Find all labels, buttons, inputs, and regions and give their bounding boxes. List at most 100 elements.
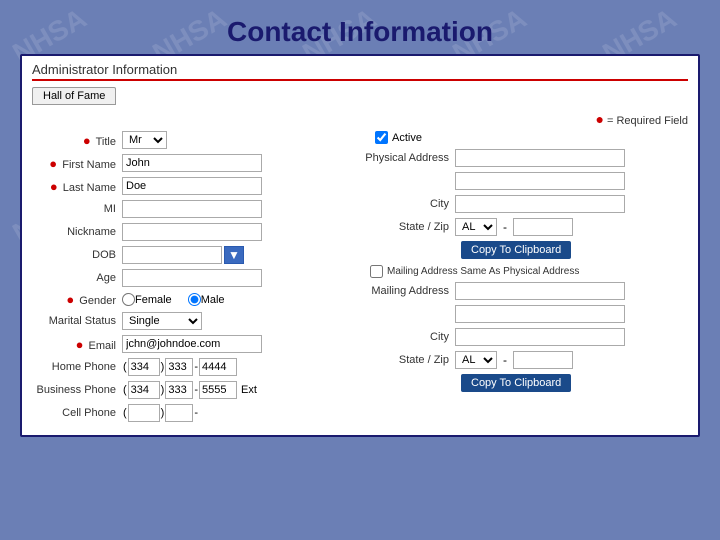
active-row: Active [365,131,688,144]
city-label: City [365,198,455,210]
hall-of-fame-tab[interactable]: Hall of Fame [32,87,116,105]
home-phone-row: Home Phone ( ) - [32,358,355,376]
biz-4-input[interactable] [199,381,237,399]
mailing-city-label: City [365,331,455,343]
state-zip-fields: ALAKAZCA - [455,218,573,236]
home-area-input[interactable] [128,358,160,376]
gender-row: ● Gender Female Male [32,292,355,307]
mailing-city-row: City [365,328,688,346]
active-label: Active [392,132,422,144]
gender-radio-group: Female Male [122,293,233,306]
nickname-label: Nickname [32,226,122,238]
gender-male-radio[interactable] [188,293,201,306]
mailing-same-row: Mailing Address Same As Physical Address [365,265,688,278]
biz-area-input[interactable] [128,381,160,399]
home-phone-fields: ( ) - [122,358,237,376]
copy-clipboard-row-1: Copy To Clipboard [461,241,688,259]
age-input[interactable] [122,269,262,287]
lastname-input[interactable] [122,177,262,195]
home-4-input[interactable] [199,358,237,376]
mailing-city-input[interactable] [455,328,625,346]
zip-input[interactable] [513,218,573,236]
state-select[interactable]: ALAKAZCA [455,218,497,236]
age-row: Age [32,269,355,287]
dob-row: DOB ▼ [32,246,355,264]
tab-bar: Hall of Fame [32,87,688,105]
mi-label: MI [32,203,122,215]
mi-row: MI [32,200,355,218]
marital-select[interactable]: Single Married Divorced Widowed [122,312,202,330]
biz-phone-fields: ( ) - Ext [122,381,257,399]
gender-required: ● [66,292,74,307]
cell-3-input[interactable] [165,404,193,422]
firstname-input[interactable] [122,154,262,172]
biz-phone-row: Business Phone ( ) - Ext [32,381,355,399]
firstname-label: ● First Name [32,156,122,171]
fn-required: ● [49,156,57,171]
age-label: Age [32,272,122,284]
firstname-row: ● First Name [32,154,355,172]
form-container: Administrator Information Hall of Fame ●… [20,54,700,437]
mailing-same-checkbox[interactable] [370,265,383,278]
mailing-zip-input[interactable] [513,351,573,369]
state-zip-row: State / Zip ALAKAZCA - [365,218,688,236]
phys-addr-input-2[interactable] [455,172,625,190]
phys-addr-input-1[interactable] [455,149,625,167]
home-phone-label: Home Phone [32,361,122,373]
page-title: Contact Information [20,8,700,54]
home-3-input[interactable] [165,358,193,376]
nickname-row: Nickname [32,223,355,241]
title-row: ● Title Mr Mrs Ms Dr [32,131,355,149]
required-dot: ● [595,111,603,127]
title-label: ● Title [32,133,122,148]
mailing-state-select[interactable]: ALAKAZCA [455,351,497,369]
copy-clipboard-row-2: Copy To Clipboard [461,374,688,392]
cell-phone-row: Cell Phone ( ) - [32,404,355,422]
title-required: ● [83,133,91,148]
copy-clipboard-button-1[interactable]: Copy To Clipboard [461,241,571,259]
dob-input[interactable] [122,246,222,264]
city-input[interactable] [455,195,625,213]
required-legend: ● = Required Field [32,111,688,127]
mailing-addr-input-2[interactable] [455,305,625,323]
mailing-addr-label: Mailing Address [365,285,455,297]
lastname-label: ● Last Name [32,179,122,194]
state-zip-label: State / Zip [365,221,455,233]
biz-phone-label: Business Phone [32,384,122,396]
right-column: Active Physical Address City [365,131,688,427]
dob-label: DOB [32,249,122,261]
cell-area-input[interactable] [128,404,160,422]
biz-3-input[interactable] [165,381,193,399]
mailing-addr-row-2 [365,305,688,323]
gender-male-option[interactable]: Male [188,293,225,306]
mailing-state-zip-row: State / Zip ALAKAZCA - [365,351,688,369]
mailing-same-label: Mailing Address Same As Physical Address [387,266,579,277]
phys-addr-row-1: Physical Address [365,149,688,167]
gender-female-option[interactable]: Female [122,293,172,306]
section-title: Administrator Information [32,62,688,81]
gender-female-radio[interactable] [122,293,135,306]
title-select[interactable]: Mr Mrs Ms Dr [122,131,167,149]
mailing-state-zip-label: State / Zip [365,354,455,366]
phys-addr-row-2 [365,172,688,190]
email-input[interactable] [122,335,262,353]
cell-phone-fields: ( ) - [122,404,199,422]
mailing-addr-input-1[interactable] [455,282,625,300]
email-row: ● Email [32,335,355,353]
calendar-button[interactable]: ▼ [224,246,244,264]
email-required: ● [76,337,84,352]
marital-label: Marital Status [32,315,122,327]
left-column: ● Title Mr Mrs Ms Dr ● First Name [32,131,355,427]
active-checkbox[interactable] [375,131,388,144]
lastname-row: ● Last Name [32,177,355,195]
ln-required: ● [50,179,58,194]
email-label: ● Email [32,337,122,352]
gender-label: ● Gender [32,292,122,307]
cell-phone-label: Cell Phone [32,407,122,419]
ext-label: Ext [241,384,257,396]
mailing-addr-row-1: Mailing Address [365,282,688,300]
mi-input[interactable] [122,200,262,218]
nickname-input[interactable] [122,223,262,241]
copy-clipboard-button-2[interactable]: Copy To Clipboard [461,374,571,392]
calendar-icon: ▼ [228,248,240,262]
